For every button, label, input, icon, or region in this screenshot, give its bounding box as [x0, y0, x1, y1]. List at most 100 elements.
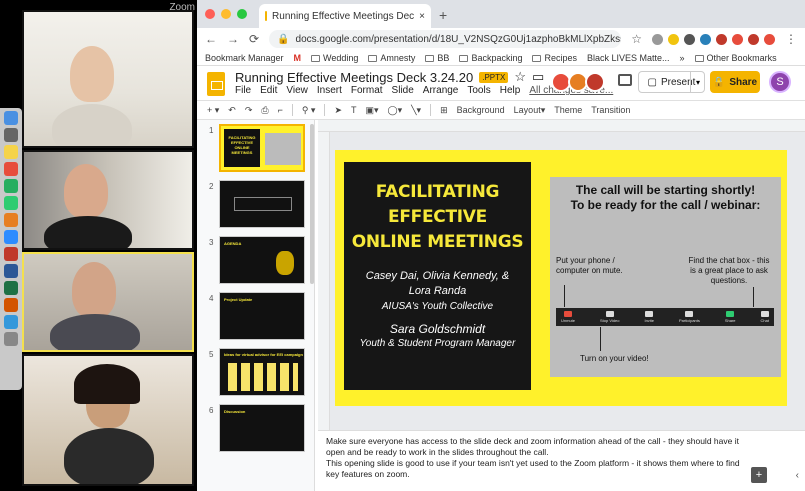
undo-icon[interactable]: ↶ [228, 105, 236, 116]
photos-icon[interactable] [4, 213, 18, 227]
menu-help[interactable]: Help [500, 85, 521, 96]
theme-button[interactable]: Theme [554, 105, 582, 115]
acrobat-icon[interactable] [4, 247, 18, 261]
instructions-panel[interactable]: The call will be starting shortly! To be… [550, 177, 781, 377]
speaker-notes[interactable]: Make sure everyone has access to the sli… [318, 430, 805, 491]
menu-insert[interactable]: Insert [317, 85, 342, 96]
title-panel[interactable]: FACILITATING EFFECTIVE ONLINE MEETINGS C… [344, 162, 531, 390]
extension-icon[interactable] [668, 33, 679, 45]
extension-icon[interactable] [748, 33, 759, 45]
bookmark-item[interactable]: Bookmark Manager [205, 53, 284, 63]
gmail-bookmark[interactable]: M [294, 53, 302, 63]
whatsapp-icon[interactable] [4, 196, 18, 210]
image-icon[interactable]: ▣▾ [366, 105, 379, 116]
bookmark-item[interactable]: Backpacking [459, 53, 522, 63]
slide-thumbnail-4[interactable]: Project Update [219, 292, 305, 340]
doc-title[interactable]: Running Effective Meetings Deck 3.24.20 [235, 70, 473, 85]
calendar-icon[interactable] [4, 162, 18, 176]
extension-icon[interactable] [684, 33, 695, 45]
expand-panel-icon[interactable]: ‹ [796, 470, 799, 481]
present-dropdown-icon[interactable]: ▾ [690, 71, 705, 93]
settings-icon[interactable] [4, 128, 18, 142]
menu-view[interactable]: View [286, 85, 308, 96]
maximize-window-button[interactable] [237, 9, 247, 19]
menu-slide[interactable]: Slide [392, 85, 414, 96]
select-icon[interactable]: ➤ [334, 105, 342, 116]
dock [0, 108, 22, 390]
slide-thumbnail-5[interactable]: Ideas for virtual advisor for EEI campai… [219, 348, 305, 396]
bookmark-item[interactable]: BB [425, 53, 449, 63]
file-type-badge: .PPTX [479, 71, 509, 83]
menu-tools[interactable]: Tools [467, 85, 490, 96]
comment-add-icon[interactable]: ⊞ [440, 105, 448, 116]
menu-format[interactable]: Format [351, 85, 383, 96]
url-bar[interactable]: 🔒 docs.google.com/presentation/d/18U_V2N… [269, 30, 622, 48]
chrome-icon[interactable] [4, 179, 18, 193]
slide-title: FACILITATING EFFECTIVE ONLINE MEETINGS [351, 182, 524, 252]
finder-icon[interactable] [4, 111, 18, 125]
close-window-button[interactable] [205, 9, 215, 19]
background-button[interactable]: Background [457, 105, 505, 115]
notes-icon[interactable] [4, 145, 18, 159]
slide-thumbnail-2[interactable] [219, 180, 305, 228]
extension-icon[interactable] [700, 33, 711, 45]
zoom-icon[interactable] [4, 230, 18, 244]
new-slide-icon[interactable]: + ▾ [207, 105, 219, 116]
slide-thumbnail-6[interactable]: Discussion [219, 404, 305, 452]
comment-icon[interactable] [618, 74, 632, 86]
forward-icon[interactable]: → [227, 32, 239, 46]
star-icon[interactable]: ☆ [631, 32, 642, 46]
extension-icon[interactable] [764, 33, 775, 45]
menu-file[interactable]: File [235, 85, 251, 96]
menu-edit[interactable]: Edit [260, 85, 277, 96]
slide-thumbnail-3[interactable]: AGENDA [219, 236, 305, 284]
textbox-icon[interactable]: T [351, 105, 357, 115]
redo-icon[interactable]: ↷ [245, 105, 253, 116]
video-tile-3-speaking[interactable] [22, 252, 194, 352]
slides-logo-icon[interactable] [207, 72, 225, 96]
bookmark-item[interactable]: Black LIVES Matte... [587, 53, 670, 63]
trash-icon[interactable] [4, 332, 18, 346]
menu-arrange[interactable]: Arrange [423, 85, 459, 96]
video-tile-1[interactable] [22, 10, 194, 148]
share-button[interactable]: 🔒 Share [710, 71, 760, 93]
back-icon[interactable]: ← [205, 32, 217, 46]
paint-format-icon[interactable]: ⌐ [278, 105, 283, 115]
minimize-window-button[interactable] [221, 9, 231, 19]
bookmark-item[interactable]: Amnesty [368, 53, 415, 63]
current-slide[interactable]: FACILITATING EFFECTIVE ONLINE MEETINGS C… [335, 150, 787, 406]
word-icon[interactable] [4, 264, 18, 278]
excel-icon[interactable] [4, 281, 18, 295]
extension-icon[interactable] [652, 33, 663, 45]
tab-close-icon[interactable]: × [419, 11, 425, 22]
move-folder-icon[interactable]: ▭ [532, 69, 544, 85]
video-tile-4[interactable] [22, 354, 194, 486]
video-tile-2[interactable] [22, 150, 194, 250]
filmstrip-scrollbar[interactable] [310, 124, 314, 284]
new-tab-button[interactable]: + [439, 7, 447, 23]
extension-icon[interactable] [716, 33, 727, 45]
browser-tab[interactable]: Running Effective Meetings Dec × [259, 4, 431, 28]
print-icon[interactable]: ⎙ [261, 105, 268, 116]
slide-thumbnail-1[interactable]: FACILITATING EFFECTIVE ONLINE MEETINGS [219, 124, 305, 172]
slide-number: 2 [209, 182, 214, 191]
collaborator-avatar[interactable] [585, 72, 605, 92]
bookmark-item[interactable]: Wedding [311, 53, 358, 63]
layout-button[interactable]: Layout▾ [514, 105, 546, 116]
shape-icon[interactable]: ◯▾ [388, 105, 403, 116]
star-icon[interactable]: ☆ [514, 69, 526, 85]
line-icon[interactable]: ╲▾ [411, 105, 421, 116]
appstore-icon[interactable] [4, 315, 18, 329]
participant-face [64, 164, 108, 218]
more-bookmarks-button[interactable]: » [680, 53, 685, 63]
menu-icon[interactable]: ⋮ [785, 32, 797, 46]
powerpoint-icon[interactable] [4, 298, 18, 312]
add-note-icon[interactable]: + [751, 467, 767, 483]
other-bookmarks[interactable]: Other Bookmarks [694, 53, 777, 63]
zoom-icon[interactable]: ⚲ ▾ [302, 105, 316, 116]
reload-icon[interactable]: ⟳ [249, 32, 259, 46]
user-avatar[interactable]: S [769, 71, 791, 93]
bookmark-item[interactable]: Recipes [532, 53, 577, 63]
extension-icon[interactable] [732, 33, 743, 45]
transition-button[interactable]: Transition [591, 105, 630, 115]
